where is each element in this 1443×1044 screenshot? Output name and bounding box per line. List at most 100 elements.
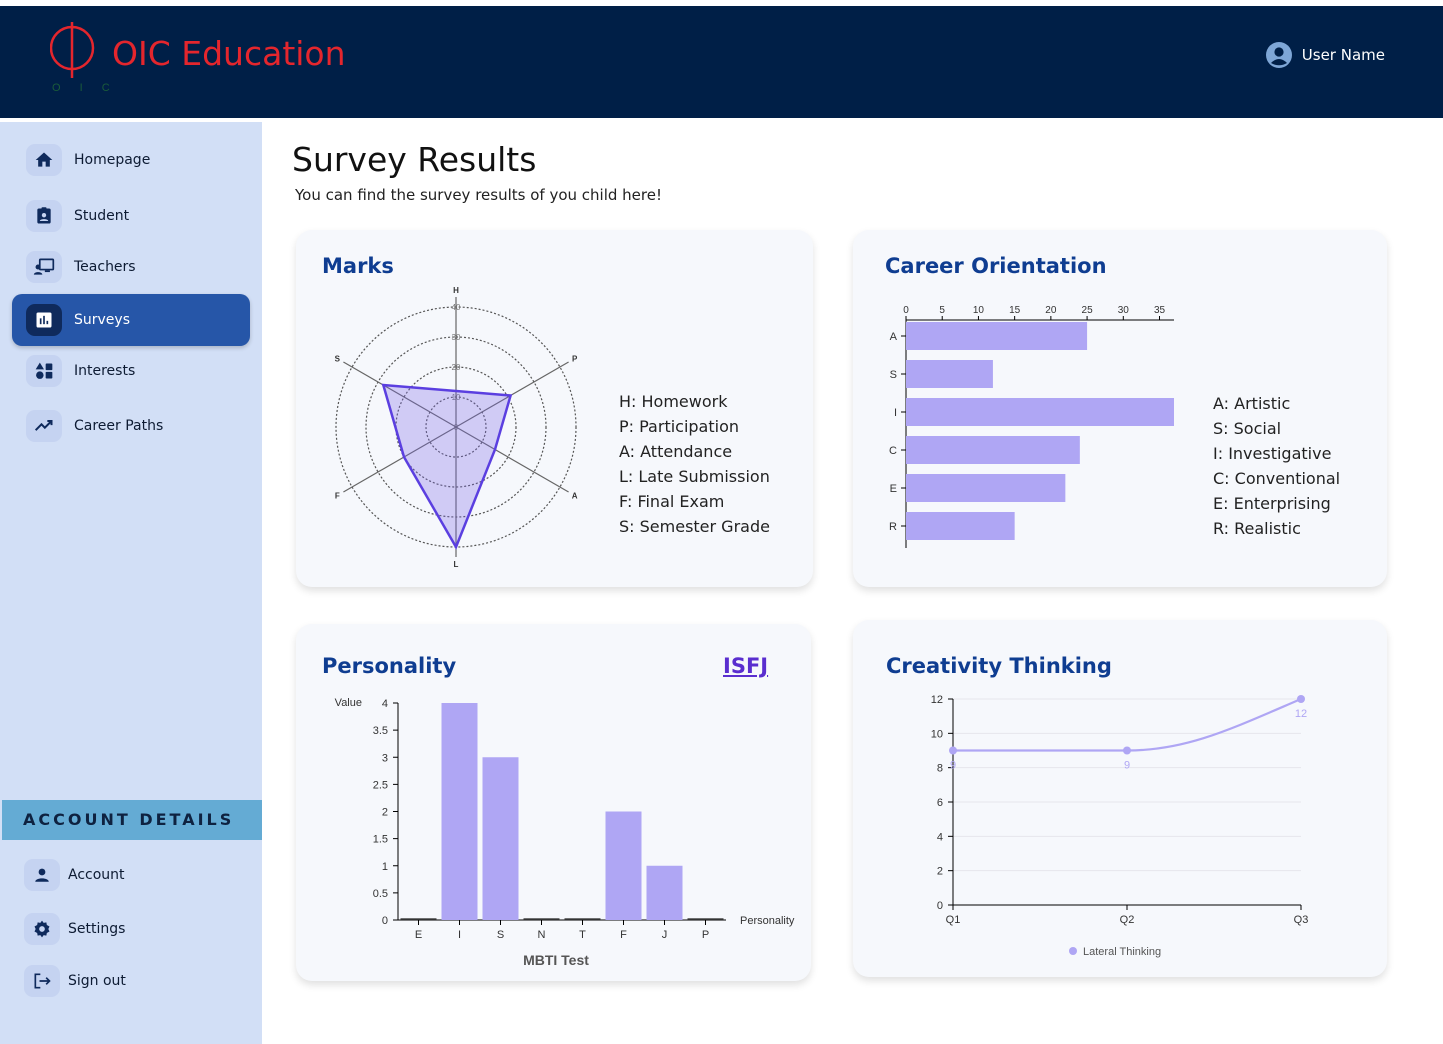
career-bar — [906, 436, 1080, 464]
mbti-chart-title: MBTI Test — [523, 952, 589, 968]
top-header: O I C OIC Education User Name — [0, 6, 1443, 118]
shapes-icon — [26, 355, 62, 387]
mbti-x-tick-label: T — [579, 929, 586, 941]
mbti-bar — [482, 757, 519, 920]
line-y-tick-label: 2 — [937, 866, 943, 878]
sidebar-item-homepage[interactable]: Homepage — [12, 134, 250, 186]
sidebar-item-interests[interactable]: Interests — [12, 345, 250, 397]
career-bar — [906, 474, 1066, 502]
mbti-x-tick-label: N — [538, 929, 546, 941]
creativity-line-chart: 0 2 4 6 8 10 12 Q1 Q2 Q3 9 9 12 Lateral Thinking — [931, 694, 1309, 958]
mbti-bar — [605, 811, 642, 920]
line-y-tick-label: 0 — [937, 900, 943, 912]
legend-item: C: Conventional — [1213, 469, 1341, 488]
user-name: User Name — [1301, 46, 1385, 64]
page-subtitle: You can find the survey results of you c… — [295, 186, 662, 204]
user-avatar-icon — [1265, 42, 1292, 68]
sidebar-item-label: Interests — [74, 363, 136, 379]
career-bar — [906, 360, 993, 388]
career-bar-chart: 0 5 10 15 20 25 30 35 A S I C E R — [889, 305, 1174, 548]
career-bar — [906, 512, 1015, 540]
career-bar — [906, 322, 1088, 350]
account-label: Account — [68, 867, 125, 883]
legend-item: P: Participation — [619, 417, 740, 436]
career-y-tick-label: S — [890, 369, 897, 381]
line-point-label: 9 — [1124, 760, 1130, 772]
account-details-header: ACCOUNT DETAILS — [2, 800, 262, 840]
mbti-y-tick-label: 3.5 — [373, 725, 388, 737]
sidebar-item-label: Student — [74, 208, 130, 224]
line-y-tick-label: 8 — [937, 763, 943, 775]
line-point-label: 9 — [950, 760, 956, 772]
career-y-tick-label: I — [894, 407, 897, 419]
radar-axis-label: F — [335, 492, 340, 501]
career-x-tick-label: 35 — [1154, 305, 1166, 316]
logo-small-text: O I C — [52, 82, 110, 94]
marks-title: Marks — [322, 254, 394, 278]
personality-title: Personality — [322, 654, 457, 678]
line-point — [1123, 746, 1131, 755]
mbti-bar — [441, 703, 478, 920]
career-x-tick-label: 10 — [973, 305, 985, 316]
legend-item: F: Final Exam — [619, 492, 725, 511]
creativity-title: Creativity Thinking — [886, 654, 1112, 678]
radar-axis-label: L — [454, 560, 459, 569]
sidebar: Homepage Student Teachers Surveys Intere… — [0, 122, 262, 1044]
line-y-tick-label: 10 — [931, 728, 943, 740]
logout-icon — [24, 965, 60, 997]
user-menu[interactable]: User Name — [1265, 42, 1385, 68]
mbti-y-tick-label: 1.5 — [373, 834, 388, 846]
marks-radar-chart: HPALFS010203040 — [335, 286, 578, 569]
legend-item: I: Investigative — [1213, 444, 1332, 463]
career-legend: A: Artistic S: Social I: Investigative C… — [1213, 391, 1340, 541]
radar-tick-label: 30 — [452, 333, 461, 342]
legend-item: S: Social — [1213, 419, 1282, 438]
career-x-tick-label: 20 — [1045, 305, 1057, 316]
career-y-tick-label: A — [890, 331, 898, 343]
career-bar — [906, 398, 1174, 426]
sidebar-item-label: Surveys — [74, 312, 130, 328]
radar-data-polygon — [381, 383, 513, 550]
radar-axis-label: A — [572, 492, 578, 501]
home-icon — [26, 144, 62, 176]
radar-tick-label: 40 — [452, 303, 461, 312]
career-x-tick-label: 5 — [939, 305, 945, 316]
gear-icon — [24, 913, 60, 945]
line-x-tick-label: Q2 — [1120, 914, 1135, 926]
sidebar-item-career-paths[interactable]: Career Paths — [12, 400, 250, 452]
mbti-result-link[interactable]: ISFJ — [723, 654, 768, 678]
mbti-bar — [646, 865, 683, 920]
line-y-tick-label: 12 — [931, 694, 943, 706]
settings-button[interactable]: Settings — [24, 909, 244, 949]
account-button[interactable]: Account — [24, 855, 244, 895]
mbti-x-tick-label: J — [662, 929, 668, 941]
sidebar-item-label: Career Paths — [74, 418, 164, 434]
sidebar-item-teachers[interactable]: Teachers — [12, 241, 250, 293]
mbti-x-tick-label: P — [702, 929, 709, 941]
career-y-tick-label: R — [889, 521, 897, 533]
mbti-bar-chart: 0 0.5 1 1.5 2 2.5 3 3.5 4 E I S N T F J P Value Personalit… — [335, 697, 795, 968]
mbti-x-tick-label: S — [497, 929, 504, 941]
career-card: Career Orientation 0 5 10 15 20 25 30 35 A S I C E R … — [853, 230, 1387, 587]
sidebar-item-surveys[interactable]: Surveys — [12, 294, 250, 346]
mbti-y-tick-label: 4 — [382, 698, 388, 710]
radar-tick-label: 20 — [452, 363, 461, 372]
sidebar-item-student[interactable]: Student — [12, 190, 250, 242]
mbti-y-axis-label: Value — [335, 697, 362, 709]
sign-out-button[interactable]: Sign out — [24, 961, 244, 1001]
line-y-tick-label: 4 — [937, 831, 943, 843]
career-x-tick-label: 30 — [1118, 305, 1130, 316]
legend-item: A: Attendance — [619, 442, 733, 461]
career-x-tick-label: 0 — [903, 305, 909, 316]
mbti-y-tick-label: 0.5 — [373, 888, 388, 900]
line-x-tick-label: Q1 — [946, 914, 961, 926]
legend-item: L: Late Submission — [619, 467, 770, 486]
oic-logo[interactable]: O I C — [49, 20, 110, 105]
career-y-tick-label: E — [890, 483, 897, 495]
brand-name: OIC Education — [112, 34, 346, 73]
personality-card: Personality ISFJ 0 0.5 1 1.5 2 2.5 3 3.5 4 E I S N T F… — [296, 624, 811, 981]
career-title: Career Orientation — [885, 254, 1107, 278]
legend-item: E: Enterprising — [1213, 494, 1331, 513]
student-badge-icon — [26, 200, 62, 232]
sign-out-label: Sign out — [68, 973, 126, 989]
